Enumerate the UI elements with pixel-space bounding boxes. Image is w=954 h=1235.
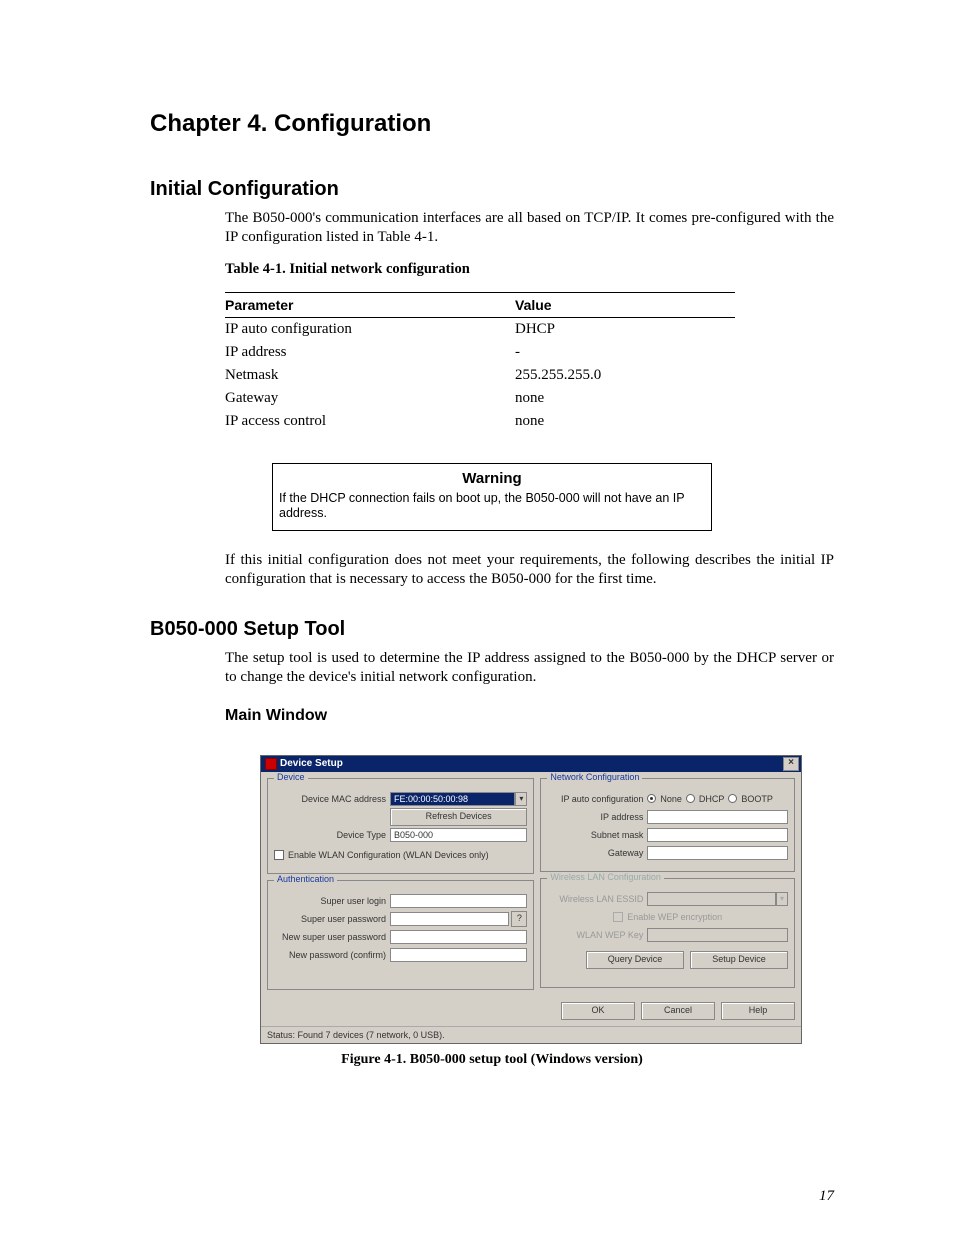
new-pass-field[interactable] <box>390 930 527 944</box>
ipauto-label: IP auto configuration <box>547 794 647 804</box>
super-login-label: Super user login <box>274 896 390 906</box>
table-row: IP address - <box>225 341 735 364</box>
wep-label: Enable WEP encryption <box>627 912 722 922</box>
ok-button[interactable]: OK <box>561 1002 635 1020</box>
network-group: Network Configuration IP auto configurat… <box>540 778 795 872</box>
radio-none-label: None <box>660 794 682 804</box>
new-pass-label: New super user password <box>274 932 390 942</box>
warning-box: Warning If the DHCP connection fails on … <box>272 463 712 531</box>
wep-checkbox <box>613 912 623 922</box>
initial-config-intro: The B050-000's communication interfaces … <box>225 209 834 247</box>
super-login-field[interactable] <box>390 894 527 908</box>
radio-bootp[interactable] <box>728 794 737 803</box>
warning-title: Warning <box>279 470 705 487</box>
password-help-icon[interactable]: ? <box>511 911 527 927</box>
radio-dhcp[interactable] <box>686 794 695 803</box>
table-row: IP auto configuration DHCP <box>225 317 735 341</box>
section-initial-config-title: Initial Configuration <box>150 178 834 201</box>
mac-label: Device MAC address <box>274 794 390 804</box>
device-type-field[interactable]: B050-000 <box>390 828 527 842</box>
radio-bootp-label: BOOTP <box>741 794 773 804</box>
window-titlebar: Device Setup × <box>261 756 801 772</box>
enable-wlan-checkbox[interactable] <box>274 850 284 860</box>
confirm-pass-field[interactable] <box>390 948 527 962</box>
chapter-title: Chapter 4. Configuration <box>150 110 834 138</box>
device-type-label: Device Type <box>274 830 390 840</box>
gateway-label: Gateway <box>547 848 647 858</box>
subsection-main-window: Main Window <box>225 707 834 725</box>
network-legend: Network Configuration <box>547 772 642 782</box>
device-setup-window: Device Setup × Device Device MAC address… <box>260 755 802 1044</box>
wlan-group: Wireless LAN Configuration Wireless LAN … <box>540 878 795 988</box>
status-bar: Status: Found 7 devices (7 network, 0 US… <box>261 1026 801 1043</box>
refresh-devices-button[interactable]: Refresh Devices <box>390 808 527 826</box>
radio-none[interactable] <box>647 794 656 803</box>
page-number: 17 <box>819 1188 834 1205</box>
table-header-value: Value <box>515 292 735 317</box>
essid-label: Wireless LAN ESSID <box>547 894 647 904</box>
table-caption: Table 4-1. Initial network configuration <box>225 261 834 278</box>
enable-wlan-label: Enable WLAN Configuration (WLAN Devices … <box>288 850 489 860</box>
table-header-param: Parameter <box>225 292 515 317</box>
super-pass-label: Super user password <box>274 914 390 924</box>
ip-field[interactable] <box>647 810 788 824</box>
query-device-button[interactable]: Query Device <box>586 951 684 969</box>
gateway-field[interactable] <box>647 846 788 860</box>
essid-field <box>647 892 776 906</box>
authentication-group: Authentication Super user login Super us… <box>267 880 534 990</box>
config-table: Parameter Value IP auto configuration DH… <box>225 292 735 433</box>
app-icon <box>265 758 277 770</box>
subnet-field[interactable] <box>647 828 788 842</box>
mac-dropdown-icon[interactable]: ▾ <box>515 792 527 806</box>
help-button[interactable]: Help <box>721 1002 795 1020</box>
table-row: Netmask 255.255.255.0 <box>225 364 735 387</box>
radio-dhcp-label: DHCP <box>699 794 725 804</box>
section-setup-tool-title: B050-000 Setup Tool <box>150 618 834 641</box>
super-pass-field[interactable] <box>390 912 509 926</box>
auth-legend: Authentication <box>274 874 337 884</box>
setup-tool-intro: The setup tool is used to determine the … <box>225 649 834 687</box>
window-title: Device Setup <box>280 758 343 769</box>
initial-config-after: If this initial configuration does not m… <box>225 551 834 589</box>
confirm-pass-label: New password (confirm) <box>274 950 390 960</box>
ip-label: IP address <box>547 812 647 822</box>
table-row: IP access control none <box>225 410 735 433</box>
warning-body: If the DHCP connection fails on boot up,… <box>279 491 705 522</box>
figure-caption: Figure 4-1. B050-000 setup tool (Windows… <box>150 1052 834 1068</box>
cancel-button[interactable]: Cancel <box>641 1002 715 1020</box>
subnet-label: Subnet mask <box>547 830 647 840</box>
setup-device-button[interactable]: Setup Device <box>690 951 788 969</box>
device-group: Device Device MAC address FE:00:00:50:00… <box>267 778 534 874</box>
wepkey-label: WLAN WEP Key <box>547 930 647 940</box>
device-legend: Device <box>274 772 308 782</box>
wepkey-field <box>647 928 788 942</box>
mac-address-field[interactable]: FE:00:00:50:00:98 <box>390 792 515 806</box>
essid-dropdown-icon: ▾ <box>776 892 788 906</box>
wlan-legend: Wireless LAN Configuration <box>547 872 664 882</box>
table-row: Gateway none <box>225 387 735 410</box>
close-button[interactable]: × <box>783 757 799 771</box>
